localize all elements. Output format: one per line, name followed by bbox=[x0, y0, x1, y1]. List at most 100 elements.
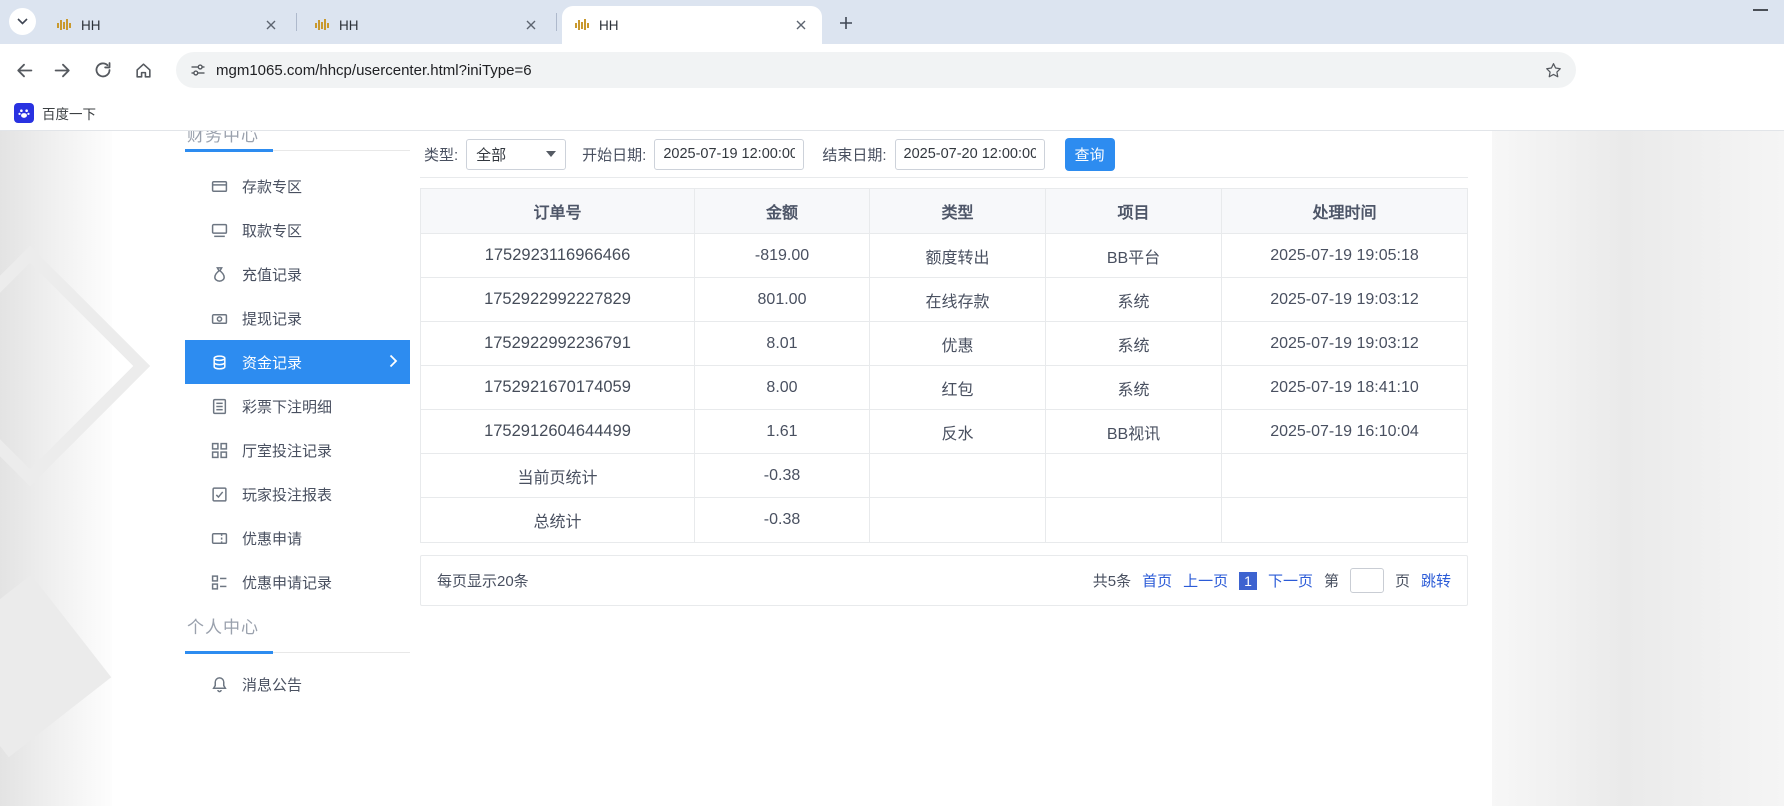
table-cell-time: 2025-07-19 19:03:12 bbox=[1222, 278, 1467, 322]
grid-icon bbox=[211, 442, 228, 459]
table-cell-time: 2025-07-19 19:05:18 bbox=[1222, 234, 1467, 278]
coins-icon bbox=[211, 354, 228, 371]
money-bag-icon bbox=[211, 266, 228, 283]
table-cell-time: 2025-07-19 19:03:12 bbox=[1222, 322, 1467, 366]
section-underline bbox=[185, 149, 273, 152]
sidebar-item-hall-bet-records[interactable]: 厅室投注记录 bbox=[185, 428, 410, 472]
chevron-down-icon bbox=[17, 18, 28, 25]
type-select-value: 全部 bbox=[476, 144, 506, 165]
tab-close-button[interactable] bbox=[792, 16, 810, 34]
sidebar-item-label: 提现记录 bbox=[242, 308, 302, 329]
bookmark-baidu[interactable]: 百度一下 bbox=[42, 103, 96, 123]
chevron-down-icon bbox=[546, 151, 556, 157]
table-cell-page-summary-label: 当前页统计 bbox=[421, 454, 695, 498]
sidebar-item-message-announcements[interactable]: 消息公告 bbox=[185, 662, 410, 706]
table-cell-type: 在线存款 bbox=[870, 278, 1046, 322]
jump-go-link[interactable]: 跳转 bbox=[1421, 570, 1451, 591]
sidebar-item-label: 资金记录 bbox=[242, 352, 302, 373]
table-cell-type: 额度转出 bbox=[870, 234, 1046, 278]
reload-icon bbox=[94, 61, 112, 79]
back-button[interactable] bbox=[6, 53, 40, 87]
jump-label-pre: 第 bbox=[1324, 570, 1339, 591]
chevron-right-icon bbox=[389, 354, 398, 368]
sidebar-item-label: 消息公告 bbox=[242, 674, 302, 695]
sidebar-item-funds-records[interactable]: 资金记录 bbox=[185, 340, 410, 384]
reload-button[interactable] bbox=[86, 53, 120, 87]
column-header-type: 类型 bbox=[870, 189, 1046, 234]
start-date-label: 开始日期: bbox=[582, 144, 646, 165]
table-cell-empty bbox=[1222, 454, 1467, 498]
pagination-bar: 每页显示20条 共5条 首页 上一页 1 下一页 第 页 跳转 bbox=[420, 555, 1468, 606]
per-page-label: 每页显示20条 bbox=[437, 570, 529, 591]
filter-bar: 类型: 全部 开始日期: 结束日期: 查询 bbox=[420, 131, 1468, 178]
funds-records-table: 订单号 金额 类型 项目 处理时间 1752923116966466 -819.… bbox=[420, 188, 1468, 543]
pagination-controls: 共5条 首页 上一页 1 下一页 第 页 跳转 bbox=[1093, 568, 1451, 593]
next-page-link[interactable]: 下一页 bbox=[1268, 570, 1313, 591]
site-favicon bbox=[314, 17, 330, 33]
tab-search-button[interactable] bbox=[9, 8, 36, 35]
back-arrow-icon bbox=[14, 61, 33, 80]
sidebar-item-label: 玩家投注报表 bbox=[242, 484, 332, 505]
tab-separator bbox=[296, 13, 297, 31]
table-cell-order: 1752912604644499 bbox=[421, 410, 695, 454]
home-icon bbox=[134, 61, 153, 80]
table-cell-amount: 8.01 bbox=[695, 322, 870, 366]
sidebar-item-recharge-records[interactable]: 充值记录 bbox=[185, 252, 410, 296]
sidebar-item-label: 彩票下注明细 bbox=[242, 396, 332, 417]
table-cell-amount: 8.00 bbox=[695, 366, 870, 410]
close-icon bbox=[796, 20, 806, 30]
forward-arrow-icon bbox=[54, 61, 73, 80]
table-cell-project: BB视讯 bbox=[1046, 410, 1222, 454]
table-cell-empty bbox=[1222, 498, 1467, 542]
page-viewport: 财务中心 存款专区 取款专区 充值记录 提现记录 资金记录 bbox=[0, 131, 1784, 806]
browser-tab-2[interactable]: HH bbox=[302, 6, 552, 44]
browser-tab-3-active[interactable]: HH bbox=[562, 6, 822, 44]
sidebar-item-label: 充值记录 bbox=[242, 264, 302, 285]
tab-close-button[interactable] bbox=[262, 16, 280, 34]
sidebar-item-promo-apply[interactable]: 优惠申请 bbox=[185, 516, 410, 560]
table-cell-time: 2025-07-19 18:41:10 bbox=[1222, 366, 1467, 410]
sidebar-item-lottery-bet-details[interactable]: 彩票下注明细 bbox=[185, 384, 410, 428]
site-settings-icon bbox=[190, 62, 206, 78]
table-cell-amount: -819.00 bbox=[695, 234, 870, 278]
browser-tab-1[interactable]: HH bbox=[44, 6, 292, 44]
prev-page-link[interactable]: 上一页 bbox=[1183, 570, 1228, 591]
tab-close-button[interactable] bbox=[522, 16, 540, 34]
bookmark-star-button[interactable] bbox=[1545, 62, 1562, 79]
new-tab-button[interactable] bbox=[834, 11, 858, 35]
type-select[interactable]: 全部 bbox=[466, 139, 566, 170]
url-bar[interactable]: mgm1065.com/hhcp/usercenter.html?iniType… bbox=[176, 52, 1576, 88]
list-grid-icon bbox=[211, 574, 228, 591]
decor-triangle-outline bbox=[0, 246, 150, 486]
table-cell-empty bbox=[870, 454, 1046, 498]
url-text: mgm1065.com/hhcp/usercenter.html?iniType… bbox=[216, 62, 532, 79]
right-background-gutter bbox=[1492, 131, 1784, 806]
end-date-input[interactable] bbox=[895, 139, 1045, 170]
tab-separator bbox=[556, 13, 557, 31]
query-button[interactable]: 查询 bbox=[1065, 138, 1115, 171]
sidebar-item-withdrawal-records[interactable]: 提现记录 bbox=[185, 296, 410, 340]
table-cell-type: 红包 bbox=[870, 366, 1046, 410]
sidebar-item-label: 厅室投注记录 bbox=[242, 440, 332, 461]
sidebar-item-player-bet-report[interactable]: 玩家投注报表 bbox=[185, 472, 410, 516]
jump-page-input[interactable] bbox=[1350, 568, 1384, 593]
first-page-link[interactable]: 首页 bbox=[1142, 570, 1172, 591]
sidebar-item-label: 优惠申请 bbox=[242, 528, 302, 549]
sidebar-item-deposit-zone[interactable]: 存款专区 bbox=[185, 164, 410, 208]
plus-icon bbox=[839, 16, 853, 30]
decor-triangle-solid bbox=[0, 575, 111, 757]
sidebar-item-promo-apply-records[interactable]: 优惠申请记录 bbox=[185, 560, 410, 604]
home-button[interactable] bbox=[126, 53, 160, 87]
site-favicon bbox=[56, 17, 72, 33]
forward-button[interactable] bbox=[46, 53, 80, 87]
baidu-favicon bbox=[14, 103, 34, 123]
star-icon bbox=[1545, 62, 1562, 79]
section-title-personal: 个人中心 bbox=[187, 613, 259, 638]
cash-icon bbox=[211, 310, 228, 327]
table-cell-order: 1752923116966466 bbox=[421, 234, 695, 278]
sidebar-item-withdraw-zone[interactable]: 取款专区 bbox=[185, 208, 410, 252]
close-icon bbox=[266, 20, 276, 30]
start-date-input[interactable] bbox=[654, 139, 804, 170]
window-minimize-button[interactable] bbox=[1753, 9, 1768, 11]
current-page-indicator: 1 bbox=[1239, 572, 1257, 590]
